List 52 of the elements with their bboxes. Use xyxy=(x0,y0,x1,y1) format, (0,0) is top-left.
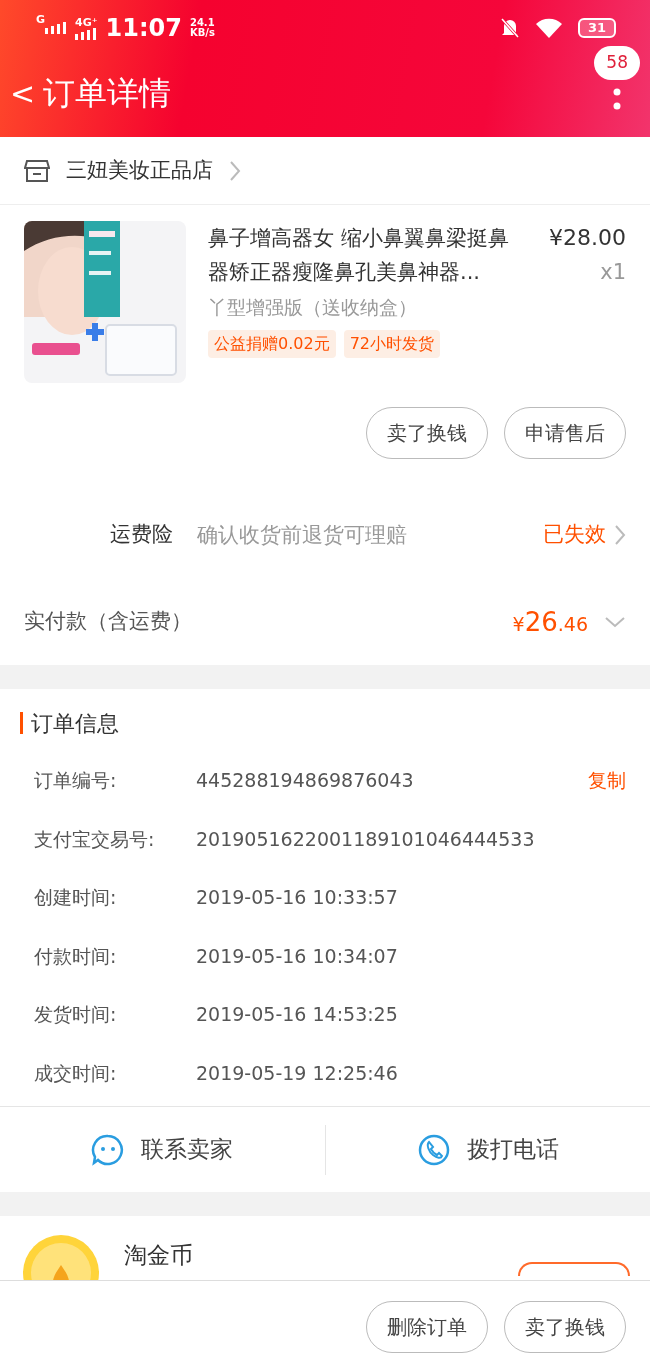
product-title[interactable]: 鼻子增高器女 缩小鼻翼鼻梁挺鼻器矫正器瘦隆鼻孔美鼻神器... xyxy=(208,221,524,289)
network-type-label: 4G⁺ xyxy=(75,16,98,28)
mute-icon xyxy=(499,17,520,39)
store-name[interactable]: 三妞美妆正品店 xyxy=(66,154,213,187)
page-title: 订单详情 xyxy=(43,73,172,114)
battery-indicator: 31 xyxy=(577,18,616,38)
action-button[interactable]: 申请售后 xyxy=(504,407,626,459)
field-value: 2019-05-16 10:34:07 xyxy=(196,943,398,969)
section-marker xyxy=(20,712,23,734)
wifi-icon xyxy=(535,18,562,38)
field-value: 445288194869876043 xyxy=(196,768,414,793)
back-button[interactable]: < xyxy=(10,70,36,116)
product-variant: 丫型增强版（送收纳盒） xyxy=(208,295,418,320)
insurance-label: 运费险 xyxy=(110,521,173,549)
product-quantity: x1 xyxy=(600,259,626,286)
payment-label: 实付款（含运费） xyxy=(24,608,192,636)
signal-icon xyxy=(45,22,68,34)
field-label: 成交时间: xyxy=(34,1060,118,1086)
network-speed: 24.1 xyxy=(189,18,215,28)
insurance-description: 确认收货前退货可理赔 xyxy=(197,522,408,549)
message-count-badge: 58 xyxy=(594,46,640,80)
contact-button[interactable]: 拨打电话 xyxy=(324,1124,650,1175)
network-label: G xyxy=(36,12,46,28)
phone-icon xyxy=(416,1132,451,1167)
clock-time: 11:07 xyxy=(105,13,182,44)
field-value: 2019-05-19 12:25:46 xyxy=(196,1060,398,1086)
signal-icon xyxy=(75,27,98,40)
action-button[interactable]: 删除订单 xyxy=(366,1301,488,1353)
product-tag: 公益捐赠0.02元 xyxy=(208,329,336,358)
chevron-down-icon[interactable] xyxy=(604,616,626,628)
chat-icon xyxy=(91,1132,126,1167)
field-label: 付款时间: xyxy=(34,943,118,969)
product-price: ¥28.00 xyxy=(549,224,626,252)
section-title: 订单信息 xyxy=(31,709,119,738)
chevron-right-icon xyxy=(614,524,626,547)
action-button[interactable]: 卖了换钱 xyxy=(504,1301,626,1353)
coins-title: 淘金币 xyxy=(124,1241,193,1270)
field-value: 2019051622001189101046444533 xyxy=(196,826,535,852)
chevron-right-icon xyxy=(229,159,241,182)
product-tag: 72小时发货 xyxy=(343,329,440,358)
field-label: 创建时间: xyxy=(34,885,118,910)
payment-amount: ¥26.46 xyxy=(512,605,588,639)
contact-button[interactable]: 联系卖家 xyxy=(0,1124,325,1175)
action-button[interactable]: 卖了换钱 xyxy=(366,407,488,459)
field-label: 订单编号: xyxy=(34,768,118,793)
field-value: 2019-05-16 14:53:25 xyxy=(196,1002,398,1027)
store-icon xyxy=(24,158,50,183)
speed-unit: KB/s xyxy=(189,28,215,38)
claim-button[interactable] xyxy=(518,1262,630,1276)
field-label: 发货时间: xyxy=(34,1002,118,1027)
field-label: 支付宝交易号: xyxy=(34,826,156,852)
field-value: 2019-05-16 10:33:57 xyxy=(196,885,398,910)
